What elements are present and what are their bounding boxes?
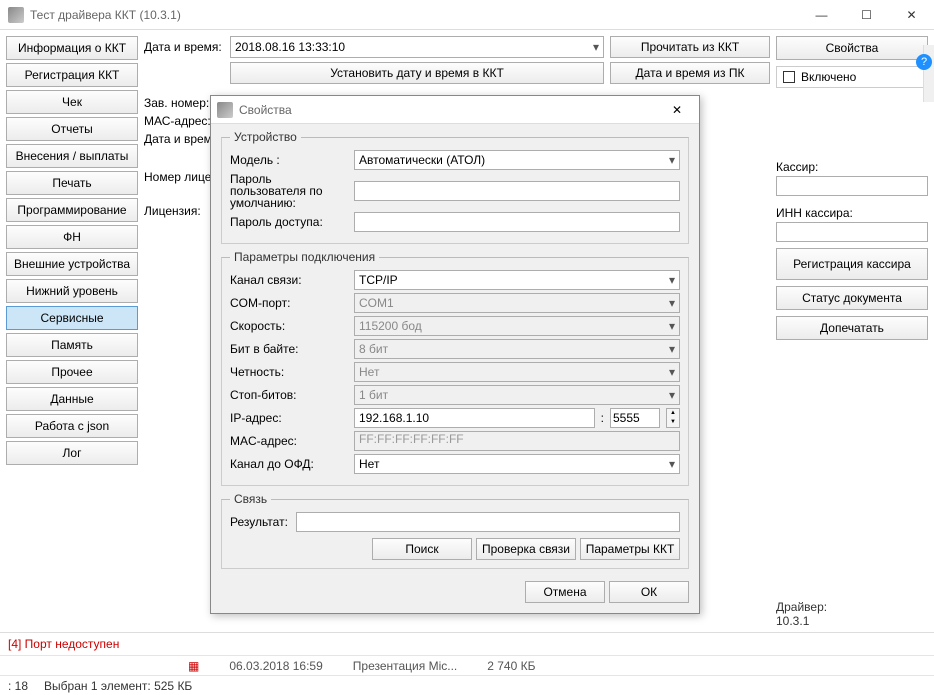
dialog-title: Свойства [239,103,661,117]
cashier-inn-label: ИНН кассира: [776,206,928,220]
maximize-button[interactable]: ☐ [844,0,889,29]
sidebar-item-1[interactable]: Регистрация ККТ [6,63,138,87]
result-label: Результат: [230,515,290,529]
model-select[interactable]: Автоматически (АТОЛ) [354,150,680,170]
sidebar-item-12[interactable]: Прочее [6,360,138,384]
enabled-label: Включено [801,70,856,84]
properties-button[interactable]: Свойства [776,36,928,60]
sidebar-item-3[interactable]: Отчеты [6,117,138,141]
cashier-inn-input[interactable] [776,222,928,242]
user-pwd-label: Пароль пользователя по умолчанию: [230,173,348,209]
driver-version: 10.3.1 [776,614,928,628]
minimize-button[interactable]: — [799,0,844,29]
register-cashier-button[interactable]: Регистрация кассира [776,248,928,280]
speed-select: 115200 бод [354,316,680,336]
check-connection-button[interactable]: Проверка связи [476,538,576,560]
window-title: Тест драйвера ККТ (10.3.1) [30,8,799,22]
reprint-button[interactable]: Допечатать [776,316,928,340]
file-row: ▦ 06.03.2018 16:59 Презентация Mic... 2 … [0,655,934,675]
stop-select: 1 бит [354,385,680,405]
sidebar-item-5[interactable]: Печать [6,171,138,195]
help-icon[interactable]: ? [916,54,932,70]
sidebar-item-9[interactable]: Нижний уровень [6,279,138,303]
driver-label: Драйвер: [776,600,928,614]
enabled-checkbox-row[interactable]: Включено [776,66,928,88]
device-group-label: Устройство [230,130,301,144]
access-pwd-label: Пароль доступа: [230,215,348,229]
channel-select[interactable]: TCP/IP [354,270,680,290]
cancel-button[interactable]: Отмена [525,581,605,603]
ok-button[interactable]: ОК [609,581,689,603]
sidebar-item-10[interactable]: Сервисные [6,306,138,330]
model-label: Модель : [230,153,348,167]
user-pwd-input[interactable] [354,181,680,201]
com-select: COM1 [354,293,680,313]
set-datetime-button[interactable]: Установить дату и время в ККТ [230,62,604,84]
status-error: [4] Порт недоступен [0,632,934,655]
sidebar-item-2[interactable]: Чек [6,90,138,114]
sidebar-item-13[interactable]: Данные [6,387,138,411]
cashier-label: Кассир: [776,160,928,174]
access-pwd-input[interactable] [354,212,680,232]
sidebar-item-8[interactable]: Внешние устройства [6,252,138,276]
sidebar-item-6[interactable]: Программирование [6,198,138,222]
titlebar: Тест драйвера ККТ (10.3.1) — ☐ ✕ [0,0,934,30]
parity-select: Нет [354,362,680,382]
doc-status-button[interactable]: Статус документа [776,286,928,310]
ip-input[interactable] [354,408,595,428]
properties-dialog: Свойства ✕ Устройство Модель : Автоматич… [210,95,700,614]
read-kkt-button[interactable]: Прочитать из ККТ [610,36,770,58]
right-panel: Свойства Включено Кассир: ИНН кассира: Р… [776,36,928,632]
dialog-close-button[interactable]: ✕ [661,97,693,123]
link-group-label: Связь [230,492,271,506]
ofd-select[interactable]: Нет [354,454,680,474]
sidebar: Информация о ККТ Регистрация ККТ Чек Отчеты… [6,36,138,632]
sidebar-item-14[interactable]: Работа с json [6,414,138,438]
datetime-label: Дата и время: [144,40,224,54]
close-button[interactable]: ✕ [889,0,934,29]
sidebar-item-0[interactable]: Информация о ККТ [6,36,138,60]
conn-group-label: Параметры подключения [230,250,379,264]
search-button[interactable]: Поиск [372,538,472,560]
sidebar-item-4[interactable]: Внесения / выплаты [6,144,138,168]
result-input[interactable] [296,512,680,532]
sidebar-item-11[interactable]: Память [6,333,138,357]
cashier-input[interactable] [776,176,928,196]
bits-select: 8 бит [354,339,680,359]
dialog-icon [217,102,233,118]
checkbox-icon[interactable] [783,71,795,83]
port-input[interactable] [610,408,660,428]
sidebar-item-7[interactable]: ФН [6,225,138,249]
kkt-params-button[interactable]: Параметры ККТ [580,538,680,560]
app-icon [8,7,24,23]
datetime-select[interactable]: 2018.08.16 13:33:10 [230,36,604,58]
port-spinner[interactable]: ▲▼ [666,408,680,428]
mac-input: FF:FF:FF:FF:FF:FF [354,431,680,451]
sidebar-item-15[interactable]: Лог [6,441,138,465]
statusbar: : 18 Выбран 1 элемент: 525 КБ [0,675,934,695]
datetime-from-pc-button[interactable]: Дата и время из ПК [610,62,770,84]
